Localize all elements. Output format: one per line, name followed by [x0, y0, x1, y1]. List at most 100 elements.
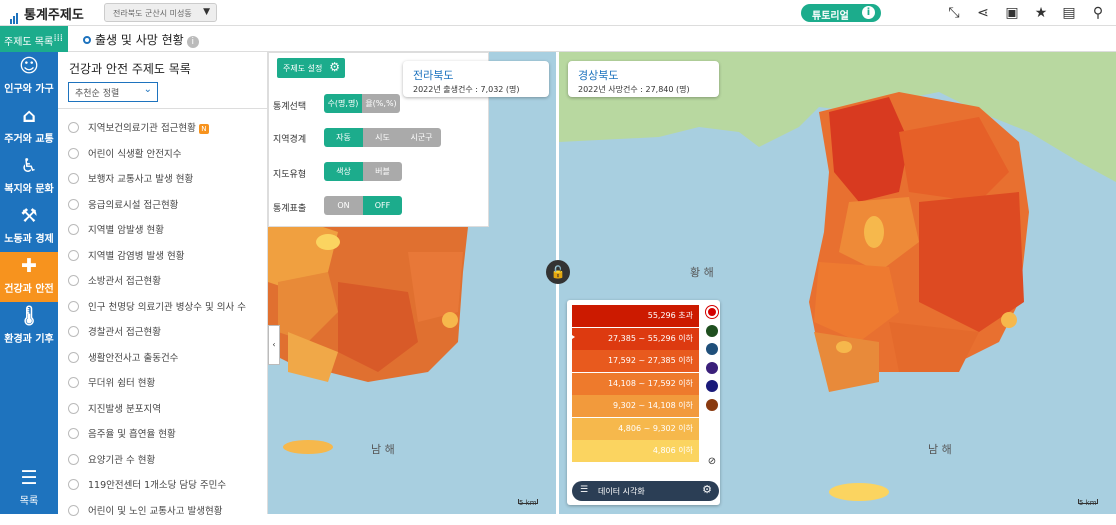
radio-button[interactable]: [68, 351, 79, 363]
tutorial-button[interactable]: 튜토리얼 i: [801, 4, 881, 22]
reset-icon[interactable]: ⊘: [706, 456, 718, 468]
list-item-label: 보행자 교통사고 발생 현황: [88, 174, 194, 185]
list-item[interactable]: 지진발생 분포지역: [68, 401, 258, 423]
region-option-auto[interactable]: 자동: [324, 128, 363, 147]
right-region-tooltip: 경상북도 2022년 사망건수 : 27,840 (명): [568, 61, 719, 97]
map-legend: 55,296 초과 27,385 ~ 55,296 이하 17,592 ~ 27,3…: [567, 300, 720, 505]
document-icon[interactable]: ▤: [1061, 5, 1077, 21]
tooltip-value: 2022년 사망건수 : 27,840 (명): [578, 85, 690, 94]
region-option-sigungu[interactable]: 시군구: [402, 128, 441, 147]
sort-select[interactable]: 추천순 정렬 ⌄: [68, 82, 158, 102]
theme-list-button[interactable]: 주제도 목록 ⁞⁞⁞: [0, 26, 68, 52]
legend-row[interactable]: 14,108 ~ 17,592 이하: [572, 372, 699, 395]
page-title-text: 출생 및 사망 현황: [95, 33, 184, 47]
legend-row[interactable]: 55,296 초과: [572, 305, 699, 327]
map-type-bubble[interactable]: 버블: [363, 162, 402, 181]
radio-button[interactable]: [68, 198, 79, 210]
share-icon[interactable]: ⋖: [975, 5, 991, 21]
radio-button[interactable]: [68, 275, 79, 286]
add-location-icon[interactable]: ⚲: [1090, 5, 1106, 21]
radio-button[interactable]: [68, 326, 79, 337]
legend-row[interactable]: 4,806 ~ 9,302 이하: [572, 417, 699, 440]
list-item[interactable]: 지역별 암발생 현황: [68, 222, 258, 244]
legend-row[interactable]: 27,385 ~ 55,296 이하: [572, 327, 699, 350]
collapse-icon[interactable]: ⤡: [946, 5, 962, 21]
radio-button[interactable]: [68, 453, 79, 465]
stat-display-on[interactable]: ON: [324, 196, 363, 215]
nav-item-population[interactable]: ☺ 인구와 가구: [0, 52, 58, 102]
image-icon[interactable]: ▣: [1004, 5, 1020, 21]
radio-button[interactable]: [68, 173, 79, 184]
color-scheme-option[interactable]: [706, 324, 718, 337]
stat-display-off[interactable]: OFF: [363, 196, 402, 215]
unlock-icon[interactable]: 🔓: [546, 260, 570, 284]
list-item[interactable]: 지역별 감염병 발생 현황: [68, 248, 258, 270]
radio-button[interactable]: [68, 428, 79, 439]
city-shape: [1001, 312, 1017, 328]
settings-label: 주제도 설정: [283, 64, 323, 73]
help-icon[interactable]: i: [186, 36, 199, 48]
nav-item-labor[interactable]: ⚒ 노동과 경제: [0, 202, 58, 252]
list-item[interactable]: 소방관서 접근현황: [68, 273, 258, 295]
color-scheme-option[interactable]: [706, 306, 718, 318]
radio-button[interactable]: [68, 147, 79, 159]
color-scheme-option[interactable]: [706, 343, 718, 355]
list-item[interactable]: 응급의료시설 접근현황: [68, 197, 258, 219]
radio-button[interactable]: [68, 224, 79, 235]
radio-button[interactable]: [68, 249, 79, 261]
list-item[interactable]: 어린이 식생활 안전지수: [68, 146, 258, 168]
list-item[interactable]: 경찰관서 접근현황: [68, 324, 258, 346]
people-icon: ☺: [19, 55, 39, 77]
radio-button[interactable]: [68, 377, 79, 388]
color-scheme-option[interactable]: [706, 398, 718, 411]
app-logo[interactable]: 통계주제도: [10, 4, 84, 24]
list-item[interactable]: 지역보건의료기관 접근현황 N: [68, 120, 258, 142]
nav-item-housing[interactable]: ⌂ 주거와 교통: [0, 102, 58, 152]
list-item[interactable]: 요양기관 수 현황: [68, 452, 258, 474]
nav-menu-label: 목록: [19, 496, 39, 507]
city-shape: [864, 216, 884, 248]
legend-row[interactable]: 4,806 이하: [572, 440, 699, 462]
legend-row[interactable]: 17,592 ~ 27,385 이하: [572, 350, 699, 372]
jeju-shape: [829, 483, 889, 501]
star-icon[interactable]: ★: [1033, 5, 1049, 21]
region-select[interactable]: 전라북도 군산시 미성동 ▼: [104, 3, 217, 22]
color-scheme-option[interactable]: [706, 380, 718, 392]
stat-option-count[interactable]: 수(명,명): [324, 94, 362, 113]
nav-item-label: 복지와 문화: [4, 184, 54, 195]
grid-icon: ⁞⁞⁞: [53, 33, 63, 44]
list-item[interactable]: 생활안전사고 출동건수: [68, 350, 258, 372]
radio-button[interactable]: [68, 300, 79, 312]
region-select-value: 전라북도 군산시 미성동: [113, 9, 192, 18]
radio-button[interactable]: [68, 402, 79, 414]
welfare-icon: ♿: [20, 155, 38, 177]
list-item[interactable]: 음주율 및 흡연율 현황: [68, 426, 258, 448]
legend-row[interactable]: 9,302 ~ 14,108 이하: [572, 395, 699, 417]
radio-button[interactable]: [68, 479, 79, 490]
region-option-sido[interactable]: 시도: [363, 128, 402, 147]
collapse-panel-button[interactable]: ‹: [268, 325, 280, 365]
list-item[interactable]: 무더위 쉼터 현황: [68, 375, 258, 397]
map-settings-button[interactable]: 주제도 설정 ⚙: [277, 58, 345, 78]
legend-pointer: [569, 333, 575, 341]
house-car-icon: ⌂: [22, 105, 36, 127]
nav-item-health[interactable]: ✚ 건강과 안전: [0, 252, 58, 302]
list-item[interactable]: 보행자 교통사고 발생 현황: [68, 171, 258, 193]
region-boundary-label: 지역경계: [273, 135, 307, 145]
nav-item-label: 인구와 가구: [4, 84, 54, 95]
data-visualization-button[interactable]: ☰ 데이터 시각화 ⚙: [572, 481, 719, 501]
nav-menu-button[interactable]: ☰ 목록: [0, 464, 58, 510]
list-item[interactable]: 119안전센터 1개소당 담당 주민수: [68, 477, 258, 499]
stat-option-rate[interactable]: 율(%,%): [362, 94, 400, 113]
nav-item-environment[interactable]: 🌡 환경과 기후: [0, 302, 58, 352]
nav-item-welfare[interactable]: ♿ 복지와 문화: [0, 152, 58, 202]
list-item[interactable]: 인구 천명당 의료기관 병상수 및 의사 수: [68, 299, 258, 321]
color-scheme-option[interactable]: [706, 361, 718, 374]
gear-icon: ⚙: [329, 60, 340, 74]
city-shape: [836, 341, 852, 353]
category-nav: ☺ 인구와 가구 ⌂ 주거와 교통 ♿ 복지와 문화 ⚒ 노동과 경제 ✚ 건강과 안전 …: [0, 52, 58, 514]
map-type-color[interactable]: 색상: [324, 162, 363, 181]
gear-icon: ⚙: [702, 483, 712, 496]
tutorial-label: 튜토리얼: [812, 11, 849, 22]
radio-button[interactable]: [68, 122, 79, 133]
